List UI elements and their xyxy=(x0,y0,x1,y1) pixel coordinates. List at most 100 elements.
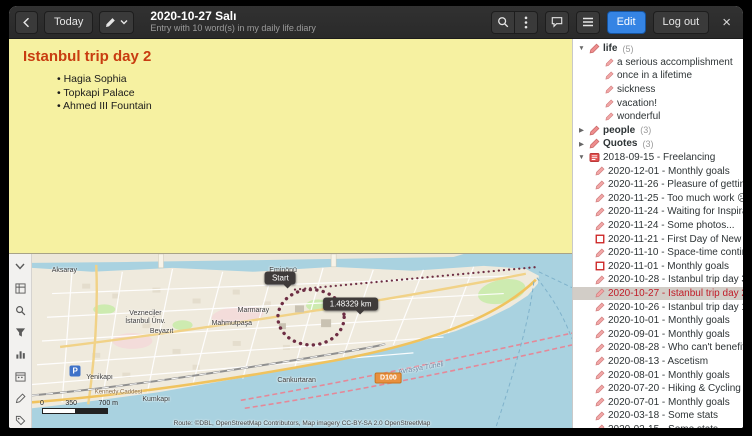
app-window: Today 2020-10-27 Salı Entry with 10 word… xyxy=(9,6,743,428)
sidebar-subtag[interactable]: sickness xyxy=(573,83,743,97)
entry-row[interactable]: 2020-08-13 - Ascetism xyxy=(573,355,743,369)
entry-pencil-icon xyxy=(595,370,605,380)
edit-button[interactable]: Edit xyxy=(607,11,646,34)
tag-pencil-icon xyxy=(605,99,614,108)
back-button[interactable] xyxy=(15,11,38,34)
entry-label: 2020-12-01 - Monthly goals xyxy=(608,166,730,177)
sidebar-subtag[interactable]: wonderful xyxy=(573,110,743,124)
entry-row[interactable]: 2020-08-28 - Who can't benefit from ... xyxy=(573,341,743,355)
entry-label: 2020-08-13 - Ascetism xyxy=(608,356,708,367)
map-label: Marmaray xyxy=(238,307,270,315)
expander-open-icon[interactable]: ▼ xyxy=(577,45,586,52)
sidebar-subtag[interactable]: a serious accomplishment xyxy=(573,56,743,70)
expander-closed-icon[interactable]: ▶ xyxy=(577,140,586,148)
sidebar-tag-people[interactable]: ▶ people (3) xyxy=(573,124,743,138)
titlebar: Today 2020-10-27 Salı Entry with 10 word… xyxy=(9,6,743,39)
scale-mid: 350 xyxy=(65,400,77,407)
entry-row[interactable]: 2020-10-01 - Monthly goals xyxy=(573,314,743,328)
bar-chart-icon[interactable] xyxy=(12,347,28,362)
window-subtitle: Entry with 10 word(s) in my daily life.d… xyxy=(150,24,316,33)
kebab-menu-button[interactable] xyxy=(515,11,538,34)
logout-button[interactable]: Log out xyxy=(653,11,710,34)
entry-pencil-icon xyxy=(595,411,605,421)
entry-heading: Istanbul trip day 2 xyxy=(23,48,558,65)
entry-row[interactable]: 2020-11-24 - Some photos... xyxy=(573,219,743,233)
tag-pencil-icon xyxy=(605,112,614,121)
app-body: Istanbul trip day 2 Hagia SophiaTopkapi … xyxy=(9,39,743,428)
bullet-item: Ahmed III Fountain xyxy=(57,100,558,114)
entry-pencil-icon xyxy=(595,356,605,366)
expander-closed-icon[interactable]: ▶ xyxy=(577,126,586,134)
search-icon[interactable] xyxy=(12,303,28,318)
sidebar-subtag[interactable]: once in a lifetime xyxy=(573,69,743,83)
table-icon[interactable] xyxy=(12,281,28,296)
map-label: Aksaray xyxy=(52,266,77,274)
map-toolbar xyxy=(9,254,32,428)
entry-list: 2020-12-01 - Monthly goals2020-11-26 - P… xyxy=(573,164,743,428)
titlebar-title-block: 2020-10-27 Salı Entry with 10 word(s) in… xyxy=(150,10,316,33)
hamburger-menu-button[interactable] xyxy=(576,11,600,34)
chat-button[interactable] xyxy=(545,11,569,34)
sidebar-tag-life[interactable]: ▼ life (5) xyxy=(573,42,743,56)
bullet-item: Hagia Sophia xyxy=(57,73,558,87)
entry-row[interactable]: 2020-12-01 - Monthly goals xyxy=(573,164,743,178)
entry-label: 2020-03-18 - Some stats xyxy=(608,410,718,421)
entry-row[interactable]: 2020-02-15 - Some stats xyxy=(573,423,743,428)
dropdown-arrow-icon xyxy=(120,19,128,25)
search-button[interactable] xyxy=(491,11,515,34)
close-button[interactable]: × xyxy=(716,14,737,31)
entry-label: 2020-10-27 - Istanbul trip day 2 xyxy=(608,288,743,299)
entry-label: 2020-11-24 - Waiting for Inspiration... xyxy=(608,206,743,217)
entry-pencil-icon xyxy=(595,329,605,339)
entry-row[interactable]: 2020-08-01 - Monthly goals xyxy=(573,368,743,382)
entry-label: 2020-11-01 - Monthly goals xyxy=(608,261,729,272)
pencil-icon xyxy=(105,17,116,28)
entry-edit-dropdown-button[interactable] xyxy=(99,11,134,34)
entry-row[interactable]: 2020-11-10 - Space-time continuum xyxy=(573,246,743,260)
sidebar-tree: ▼ life (5) a serious accomplishmentonce … xyxy=(572,39,743,428)
filter-icon[interactable] xyxy=(12,325,28,340)
collapse-chevron-icon[interactable] xyxy=(12,259,28,274)
entry-row[interactable]: 2020-11-24 - Waiting for Inspiration... xyxy=(573,205,743,219)
entry-row[interactable]: 2020-09-01 - Monthly goals xyxy=(573,327,743,341)
entry-editor[interactable]: Istanbul trip day 2 Hagia SophiaTopkapi … xyxy=(9,39,572,253)
entry-row[interactable]: 2020-11-01 - Monthly goals xyxy=(573,260,743,274)
entry-pencil-icon xyxy=(595,288,605,298)
entry-row[interactable]: 2020-11-25 - Too much work ☹ xyxy=(573,192,743,206)
map-label: Yenikapı xyxy=(86,374,113,382)
subtag-label: once in a lifetime xyxy=(617,70,692,81)
entry-row[interactable]: 2020-11-26 - Pleasure of getting exac... xyxy=(573,178,743,192)
tag-icon[interactable] xyxy=(12,413,28,428)
entry-row[interactable]: 2020-07-20 - Hiking & Cycling xyxy=(573,382,743,396)
map-label: Kennedy Caddesi xyxy=(95,390,142,397)
today-button[interactable]: Today xyxy=(44,11,93,34)
entry-row[interactable]: 2020-10-26 - Istanbul trip day 1 xyxy=(573,300,743,314)
road-ref-badge: D100 xyxy=(375,372,402,383)
brush-icon[interactable] xyxy=(12,391,28,406)
tag-count: (3) xyxy=(640,125,651,135)
sidebar-diary-node[interactable]: ▼ 2018-09-15 - Freelancing xyxy=(573,151,743,165)
entry-label: 2020-09-01 - Monthly goals xyxy=(608,329,730,340)
map-label: Cankurtaran xyxy=(277,377,316,385)
entry-row[interactable]: 2020-10-27 - Istanbul trip day 2 xyxy=(573,287,743,301)
entry-pencil-icon xyxy=(595,384,605,394)
hamburger-menu-icon xyxy=(582,17,594,27)
subtag-label: wonderful xyxy=(617,111,660,122)
entry-row[interactable]: 2020-03-18 - Some stats xyxy=(573,409,743,423)
tag-count: (5) xyxy=(622,44,633,54)
sidebar-subtag[interactable]: vacation! xyxy=(573,96,743,110)
tag-pencil-icon xyxy=(589,43,600,54)
tag-pencil-icon xyxy=(589,125,600,136)
entry-row[interactable]: 2020-10-28 - Istanbul trip day 3 xyxy=(573,273,743,287)
sidebar-tag-quotes[interactable]: ▶ Quotes (3) xyxy=(573,137,743,151)
expander-open-icon[interactable]: ▼ xyxy=(577,154,586,161)
map-canvas[interactable]: Eminönü Aksaray Vezneciler İstanbul Ünv.… xyxy=(32,254,572,428)
entry-row[interactable]: 2020-07-01 - Monthly goals xyxy=(573,395,743,409)
map-label: Mahmutpaşa xyxy=(212,320,252,328)
tag-count: (3) xyxy=(642,139,653,149)
map-section: Eminönü Aksaray Vezneciler İstanbul Ünv.… xyxy=(9,253,572,428)
calendar-icon[interactable] xyxy=(12,369,28,384)
entry-label: 2020-11-10 - Space-time continuum xyxy=(608,247,743,258)
entry-row[interactable]: 2020-11-21 - First Day of New Covid R... xyxy=(573,232,743,246)
entry-pencil-icon xyxy=(595,316,605,326)
